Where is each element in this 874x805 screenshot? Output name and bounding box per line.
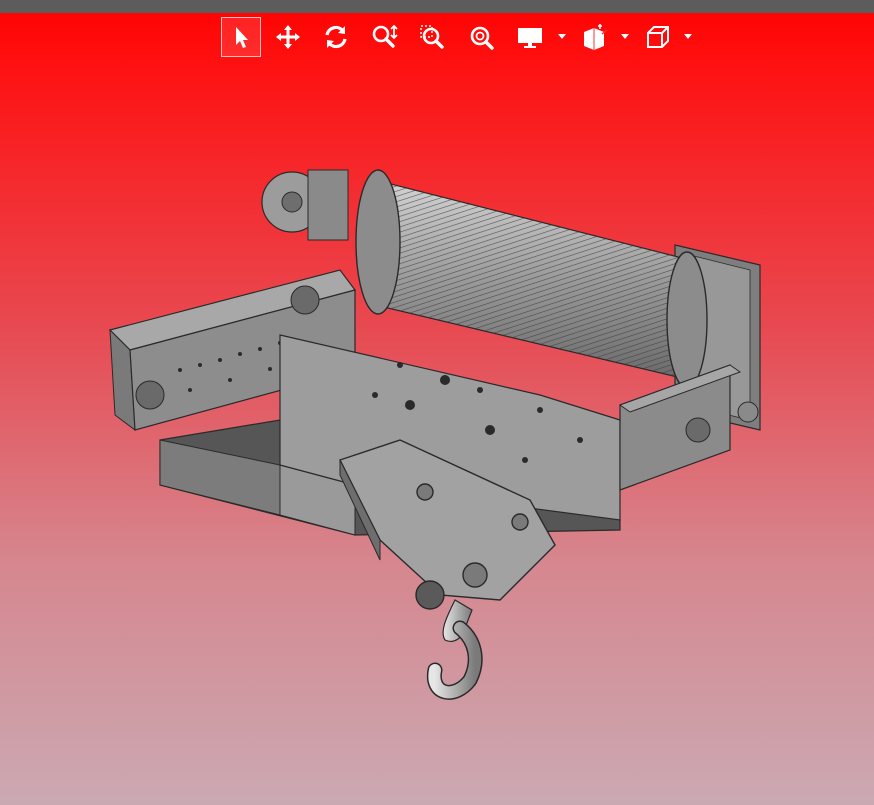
chevron-down-icon [558,34,566,39]
select-tool-button[interactable] [221,17,261,57]
top-strip [0,0,874,13]
model-canvas[interactable] [100,140,770,700]
zoom-window-icon [420,25,444,49]
view-orientation-dropdown[interactable] [683,33,693,41]
zoom-window-tool-button[interactable] [412,17,452,57]
display-monitor-icon [518,28,542,48]
pan-tool-button[interactable] [268,17,308,57]
view-orientation-button[interactable] [637,17,677,57]
zoom-fit-tool-button[interactable] [461,17,501,57]
display-mode-button[interactable] [510,17,550,57]
zoom-tool-button[interactable] [364,17,404,57]
rotate-tool-button[interactable] [316,17,356,57]
select-arrow-icon [236,27,248,48]
zoom-fit-icon [470,26,494,50]
section-plane-dropdown[interactable] [620,33,630,41]
chevron-down-icon [621,34,629,39]
pan-move-icon [276,25,300,49]
rotate-icon [325,25,347,49]
chevron-down-icon [684,34,692,39]
section-plane-icon [584,24,608,50]
zoom-icon [372,24,398,48]
display-mode-dropdown[interactable] [557,33,567,41]
view-cube-icon [647,26,669,48]
viewer-toolbar [0,17,874,59]
3d-viewer[interactable] [0,0,874,805]
hoist-trolley-model [108,169,761,700]
section-plane-button[interactable] [574,17,614,57]
